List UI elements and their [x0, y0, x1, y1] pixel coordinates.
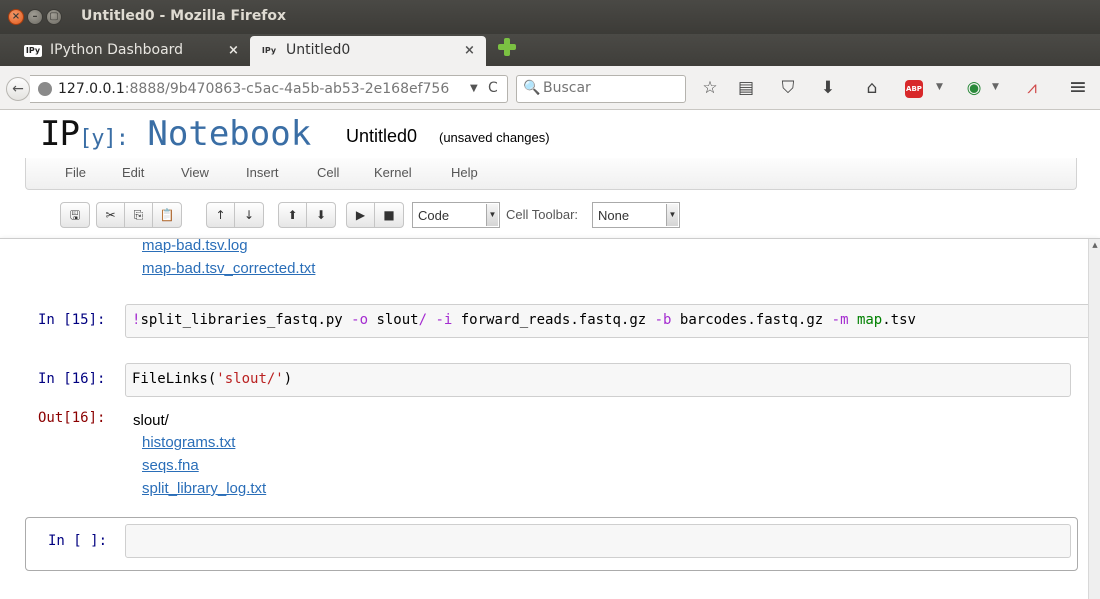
run-cell-icon[interactable]: ▶	[347, 203, 375, 227]
paste-icon[interactable]: 📋	[153, 203, 181, 227]
cell-type-select[interactable]: Code ▼	[412, 202, 500, 228]
download-icon[interactable]: ⬇	[816, 76, 840, 100]
search-input[interactable]	[543, 80, 681, 96]
cell-toolbar-select[interactable]: None ▼	[592, 202, 680, 228]
file-link[interactable]: histograms.txt	[142, 434, 235, 451]
save-status: (unsaved changes)	[439, 130, 550, 145]
menu-cell[interactable]: Cell	[317, 165, 339, 180]
interrupt-kernel-icon[interactable]: ■	[375, 203, 403, 227]
code-cell-input[interactable]: FileLinks('slout/')	[125, 363, 1071, 397]
tab-label: Untitled0	[286, 42, 351, 58]
back-button[interactable]: ←	[6, 77, 30, 101]
output-prompt: Out[16]:	[38, 410, 106, 426]
url-bar[interactable]: 127.0.0.1:8888/9b470863-c5ac-4a5b-ab53-2…	[30, 75, 508, 103]
bookmark-star-icon[interactable]: ☆	[698, 76, 722, 100]
navigation-bar: ← 127.0.0.1:8888/9b470863-c5ac-4a5b-ab53…	[0, 66, 1100, 110]
cell-toolbar-value: None	[598, 208, 630, 223]
url-text: 127.0.0.1:8888/9b470863-c5ac-4a5b-ab53-2…	[58, 81, 450, 97]
window-titlebar: × – ▢ Untitled0 - Mozilla Firefox	[0, 0, 1100, 34]
window-title: Untitled0 - Mozilla Firefox	[81, 8, 287, 24]
code-cell-input[interactable]: !split_libraries_fastq.py -o slout/ -i f…	[125, 304, 1088, 338]
file-link[interactable]: map-bad.tsv.log	[142, 239, 248, 254]
notebook-scrollbar[interactable]: ▲	[1088, 239, 1100, 599]
window-close-button[interactable]: ×	[8, 9, 24, 25]
globe-addon-icon[interactable]: ◉	[962, 76, 986, 100]
notebook-name[interactable]: Untitled0	[346, 126, 417, 147]
notebook-menubar: File Edit View Insert Cell Kernel Help	[25, 158, 1077, 190]
empty-code-cell-input[interactable]	[125, 524, 1071, 558]
reading-list-icon[interactable]: ▤	[734, 76, 758, 100]
ipython-favicon-icon: IPy	[261, 46, 277, 55]
toolbar-save-group: 🖫	[60, 202, 90, 228]
menu-file[interactable]: File	[65, 165, 86, 180]
menu-insert[interactable]: Insert	[246, 165, 279, 180]
save-icon[interactable]: 🖫	[61, 203, 89, 227]
menu-kernel[interactable]: Kernel	[374, 165, 412, 180]
chevron-down-icon: ▼	[486, 204, 498, 226]
cell-type-value: Code	[418, 208, 450, 223]
scroll-up-icon[interactable]: ▲	[1090, 241, 1100, 251]
notebook-content[interactable]: map-bad.tsv.log map-bad.tsv_corrected.tx…	[0, 239, 1088, 599]
new-tab-plus-icon[interactable]	[498, 38, 516, 56]
adblock-dropdown-icon[interactable]: ▼	[936, 82, 943, 92]
chart-icon[interactable]: ⩘	[1020, 76, 1044, 100]
file-link[interactable]: split_library_log.txt	[142, 480, 266, 497]
minimize-icon: –	[32, 11, 38, 22]
window-maximize-button[interactable]: ▢	[46, 9, 62, 25]
tab-label: IPython Dashboard	[50, 42, 184, 58]
window-minimize-button[interactable]: –	[27, 9, 43, 25]
chevron-down-icon: ▼	[666, 204, 678, 226]
toolbar-edit-group: ✂ ⎘ 📋	[96, 202, 182, 228]
cell-toolbar-label: Cell Toolbar:	[506, 207, 579, 222]
addon-dropdown-icon[interactable]: ▼	[992, 82, 999, 92]
menu-view[interactable]: View	[181, 165, 209, 180]
hamburger-menu-icon[interactable]: ≡	[1066, 76, 1090, 100]
maximize-icon: ▢	[49, 11, 59, 22]
tab-ipython-dashboard[interactable]: IPy IPython Dashboard ×	[0, 36, 250, 66]
back-icon: ←	[12, 81, 24, 97]
toolbar-move-group: ↑ ↓	[206, 202, 264, 228]
pocket-icon[interactable]: ⛉	[776, 76, 800, 100]
cell-prompt: In [15]:	[38, 312, 106, 328]
url-dropdown-icon[interactable]: ▼	[470, 83, 478, 94]
tab-untitled0[interactable]: IPy Untitled0 ×	[250, 36, 486, 66]
reload-icon[interactable]: C	[488, 80, 498, 96]
output-directory: slout/	[133, 412, 169, 429]
tab-close-icon[interactable]: ×	[228, 43, 239, 58]
search-icon: 🔍	[523, 80, 541, 96]
cell-prompt: In [ ]:	[48, 533, 108, 549]
menu-edit[interactable]: Edit	[122, 165, 144, 180]
file-link[interactable]: map-bad.tsv_corrected.txt	[142, 260, 315, 277]
copy-icon[interactable]: ⎘	[125, 203, 153, 227]
ipython-favicon-icon: IPy	[24, 45, 42, 57]
ipython-logo[interactable]: IP[y]: Notebook	[40, 114, 311, 154]
home-icon[interactable]: ⌂	[860, 76, 884, 100]
search-bar[interactable]: 🔍	[516, 75, 686, 103]
globe-icon	[38, 82, 52, 96]
insert-above-icon[interactable]: ⬆	[279, 203, 307, 227]
cut-icon[interactable]: ✂	[97, 203, 125, 227]
insert-below-icon[interactable]: ⬇	[307, 203, 335, 227]
menu-help[interactable]: Help	[451, 165, 478, 180]
file-link[interactable]: seqs.fna	[142, 457, 199, 474]
toolbar-insert-group: ⬆ ⬇	[278, 202, 336, 228]
tab-close-icon[interactable]: ×	[464, 43, 475, 58]
tab-bar: IPy IPython Dashboard × IPy Untitled0 ×	[0, 34, 1100, 66]
move-down-icon[interactable]: ↓	[235, 203, 263, 227]
adblock-icon[interactable]: ABP	[905, 80, 923, 98]
cell-prompt: In [16]:	[38, 371, 106, 387]
close-icon: ×	[11, 11, 21, 22]
move-up-icon[interactable]: ↑	[207, 203, 235, 227]
toolbar-run-group: ▶ ■	[346, 202, 404, 228]
